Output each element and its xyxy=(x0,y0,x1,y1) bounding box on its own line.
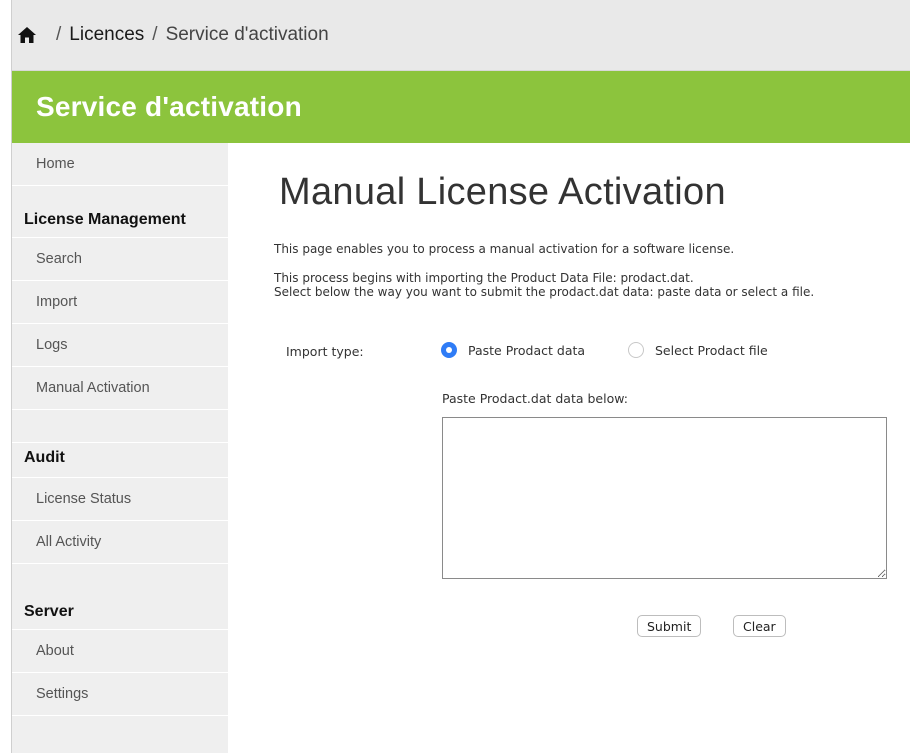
radio-label: Paste Prodact data xyxy=(468,342,586,358)
radio-checked-icon[interactable] xyxy=(441,342,457,358)
breadcrumb-separator: / xyxy=(56,24,62,45)
radio-unchecked-icon[interactable] xyxy=(628,342,644,358)
window-left-edge xyxy=(0,0,12,753)
clear-button[interactable]: Clear xyxy=(733,615,786,637)
sidebar-item-search[interactable]: Search xyxy=(12,238,228,281)
sidebar: Home License Management Search Import Lo… xyxy=(12,143,228,753)
main-content: Manual License Activation This page enab… xyxy=(228,143,910,753)
breadcrumb-licences[interactable]: Licences xyxy=(69,24,144,46)
sidebar-item-about[interactable]: About xyxy=(12,630,228,673)
submit-button[interactable]: Submit xyxy=(637,615,702,637)
sidebar-item-license-status[interactable]: License Status xyxy=(12,478,228,521)
breadcrumb: / Licences / Service d'activation xyxy=(12,0,910,71)
paste-data-label: Paste Prodact.dat data below: xyxy=(442,391,628,406)
banner-title: Service d'activation xyxy=(36,91,302,122)
sidebar-heading-server: Server xyxy=(12,564,228,630)
sidebar-item-logs[interactable]: Logs xyxy=(12,324,228,367)
description-text: Select below the way you want to submit … xyxy=(274,285,815,299)
home-icon[interactable] xyxy=(16,24,38,46)
sidebar-item-import[interactable]: Import xyxy=(12,281,228,324)
import-type-label: Import type: xyxy=(286,344,364,359)
sidebar-item-home[interactable]: Home xyxy=(12,143,228,186)
description-text: This process begins with importing the P… xyxy=(274,271,694,285)
page-title: Manual License Activation xyxy=(279,171,726,213)
radio-select-prodact-file[interactable]: Select Prodact file xyxy=(628,342,768,358)
sidebar-item-settings[interactable]: Settings xyxy=(12,673,228,716)
app-banner: Service d'activation xyxy=(12,71,910,143)
sidebar-heading-audit: Audit xyxy=(12,443,228,478)
paste-data-textarea[interactable] xyxy=(442,417,887,579)
description-text: This page enables you to process a manua… xyxy=(274,242,735,256)
sidebar-heading-license-management: License Management xyxy=(12,186,228,238)
breadcrumb-current: Service d'activation xyxy=(165,24,329,45)
sidebar-item-manual-activation[interactable]: Manual Activation xyxy=(12,367,228,410)
breadcrumb-separator: / xyxy=(152,24,158,45)
sidebar-item-all-activity[interactable]: All Activity xyxy=(12,521,228,564)
radio-paste-prodact-data[interactable]: Paste Prodact data xyxy=(441,342,585,358)
sidebar-spacer xyxy=(12,410,228,443)
radio-label: Select Prodact file xyxy=(655,342,768,358)
